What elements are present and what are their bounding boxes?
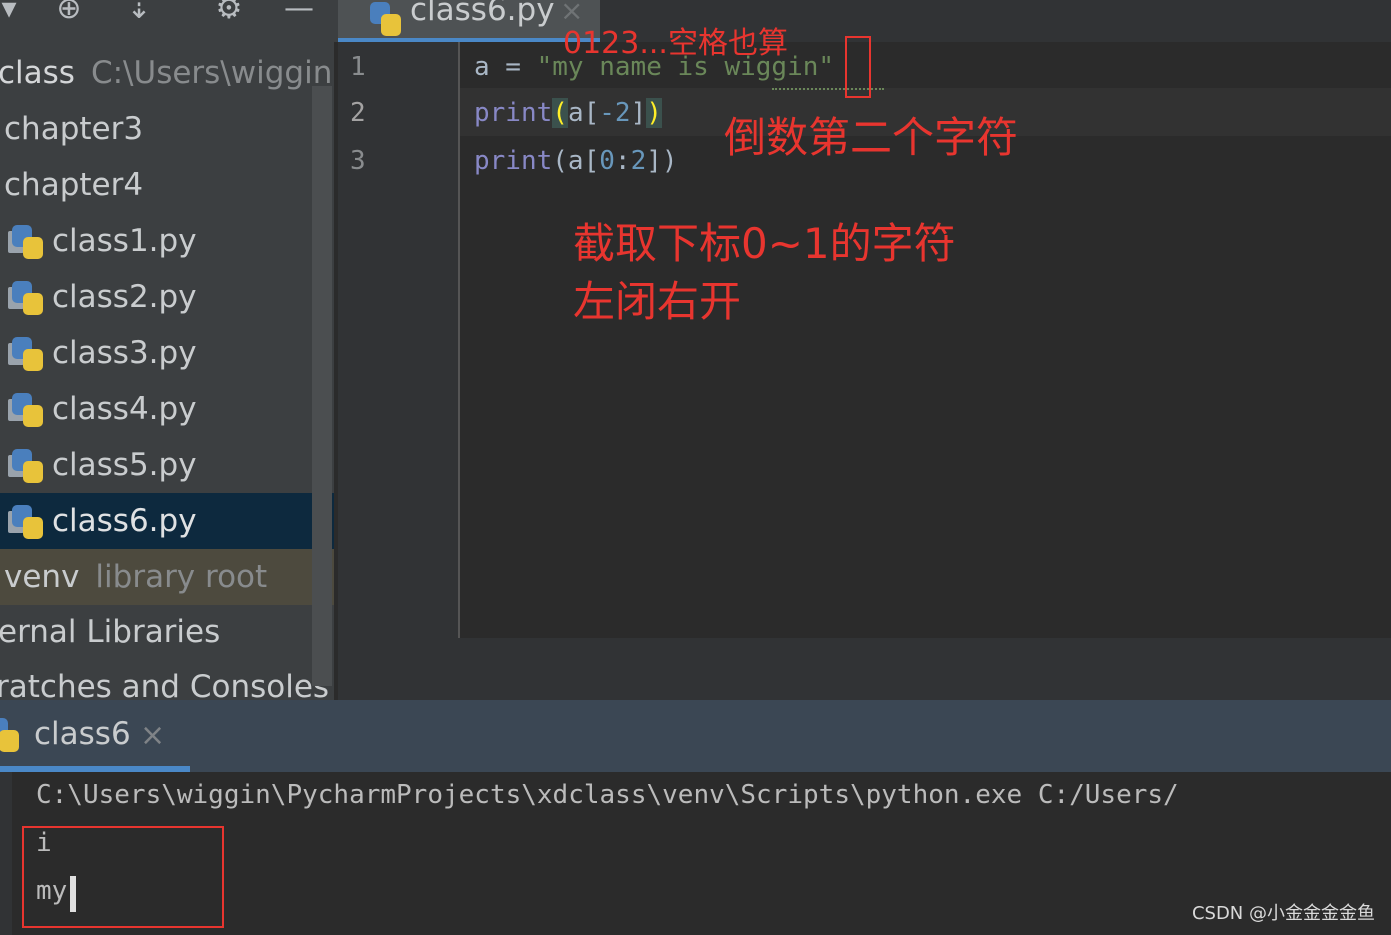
python-file-icon xyxy=(8,505,44,541)
tab-label: class6.py xyxy=(410,0,555,28)
python-file-icon xyxy=(8,337,44,373)
tree-item-label: chapter4 xyxy=(4,167,144,203)
library-root-hint: library root xyxy=(95,559,268,595)
watermark: CSDN @小金金金金鱼 xyxy=(1191,903,1375,924)
annotation-highlight-box xyxy=(845,36,871,98)
annotation-index-note: 0123...空格也算 xyxy=(563,26,788,61)
gutter-divider xyxy=(458,42,460,638)
tree-item-class2-py[interactable]: class2.py xyxy=(0,269,312,325)
code-token: ) xyxy=(646,98,662,128)
python-run-icon xyxy=(0,718,20,754)
python-file-icon xyxy=(8,393,44,429)
tree-item-class3-py[interactable]: class3.py xyxy=(0,325,312,381)
tree-item-label: class5.py xyxy=(52,447,197,483)
code-token: -2 xyxy=(599,98,631,128)
python-file-icon xyxy=(370,2,402,38)
locate-icon[interactable]: ⊕ xyxy=(52,0,86,28)
collapse-icon[interactable]: ▾ xyxy=(0,0,26,28)
code-token: : xyxy=(614,146,631,176)
editor-lower-area xyxy=(338,638,1391,700)
line-number: 3 xyxy=(350,146,366,176)
annotation-line3-note-2: 左闭右开 xyxy=(573,277,742,326)
line-number: 2 xyxy=(350,98,366,128)
tree-item-scratches-consoles[interactable]: ratches and Consoles xyxy=(0,659,329,700)
code-token: = xyxy=(489,52,537,82)
code-token: print xyxy=(474,98,553,128)
code-token: a xyxy=(474,52,490,82)
code-token: ] xyxy=(630,98,647,128)
code-token: ]) xyxy=(646,146,678,176)
tree-item-label: class1.py xyxy=(52,223,197,259)
project-root-path: C:\Users\wiggin xyxy=(90,55,333,91)
tree-item-class5-py[interactable]: class5.py xyxy=(0,437,312,493)
run-tab-close-icon[interactable]: × xyxy=(140,718,165,753)
tree-item-label: venv xyxy=(4,559,80,595)
tree-item-chapter3[interactable]: chapter3 xyxy=(0,101,312,157)
line-number-gutter xyxy=(338,42,458,638)
tree-item-label: class6.py xyxy=(52,503,197,539)
project-scrollbar[interactable] xyxy=(312,86,332,686)
annotation-line3-note: 截取下标0~1的字符 xyxy=(573,219,956,268)
tree-item-class6-py[interactable]: class6.py xyxy=(0,493,334,549)
code-token: a[ xyxy=(567,98,600,128)
line-number: 1 xyxy=(350,52,366,82)
project-root-name: class xyxy=(0,55,75,91)
tree-item-venv[interactable]: venv library root xyxy=(0,549,334,605)
run-tab-label[interactable]: class6 xyxy=(34,716,131,752)
tree-item-label: ernal Libraries xyxy=(0,614,221,650)
project-toolbar: ▾ ⊕ ⇣ ⚙ — xyxy=(0,0,338,42)
project-panel: class C:\Users\wiggin chapter3 chapter4 c… xyxy=(0,42,334,700)
tree-item-label: class4.py xyxy=(52,391,197,427)
code-line-3[interactable]: print(a[0:2]) xyxy=(474,146,678,176)
console-gutter xyxy=(0,772,12,935)
scroll-from-source-icon[interactable]: ⇣ xyxy=(122,0,156,28)
run-panel-header xyxy=(0,700,1391,772)
tree-item-label: chapter3 xyxy=(4,111,144,147)
tree-item-class4-py[interactable]: class4.py xyxy=(0,381,312,437)
tree-item-label: class2.py xyxy=(52,279,197,315)
console-command-line: C:\Users\wiggin\PycharmProjects\xdclass\… xyxy=(36,780,1179,810)
minimize-icon[interactable]: — xyxy=(282,0,316,28)
tab-class6-py[interactable]: class6.py × xyxy=(338,0,600,42)
tree-item-label: ratches and Consoles xyxy=(0,669,330,700)
python-file-icon xyxy=(8,225,44,261)
python-file-icon xyxy=(8,449,44,485)
code-token: ( xyxy=(552,98,568,128)
python-file-icon xyxy=(8,281,44,317)
tree-item-external-libraries[interactable]: ernal Libraries xyxy=(0,604,312,660)
code-token: (a[ xyxy=(552,146,600,176)
tree-item-class1-py[interactable]: class1.py xyxy=(0,213,312,269)
tree-item-label: class3.py xyxy=(52,335,197,371)
code-token: 0 xyxy=(599,146,615,176)
settings-icon[interactable]: ⚙ xyxy=(212,0,246,28)
annotation-output-box xyxy=(22,826,224,928)
code-line-2[interactable]: print(a[-2]) xyxy=(474,98,662,128)
tree-item-chapter4[interactable]: chapter4 xyxy=(0,157,312,213)
project-root[interactable]: class C:\Users\wiggin xyxy=(0,45,332,101)
code-token: 2 xyxy=(630,146,647,176)
code-token: print xyxy=(474,146,553,176)
annotation-line2-note: 倒数第二个字符 xyxy=(724,113,1019,162)
